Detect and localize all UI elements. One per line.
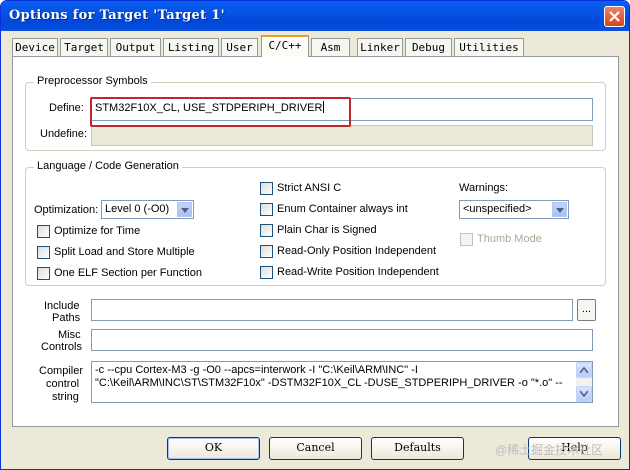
tab-target[interactable]: Target xyxy=(60,38,108,56)
browse-label: ... xyxy=(581,303,592,315)
tab-label: User xyxy=(226,41,253,54)
enum-container-label: Enum Container always int xyxy=(277,203,408,215)
tab-label: Output xyxy=(115,41,156,54)
warnings-value: <unspecified> xyxy=(463,203,532,215)
tab-linker[interactable]: Linker xyxy=(357,38,403,56)
defaults-button[interactable]: Defaults xyxy=(371,437,464,460)
group-label: Preprocessor Symbols xyxy=(34,75,151,87)
undefine-input[interactable] xyxy=(91,125,593,146)
window-title: Options for Target 'Target 1' xyxy=(9,8,225,23)
watermark: @稀土掘金技术社区 xyxy=(495,443,604,457)
scroll-up-button[interactable] xyxy=(576,362,592,378)
ro-position-independent-checkbox[interactable] xyxy=(260,245,273,258)
compiler-label-2: control xyxy=(46,378,80,390)
arrow-down-icon xyxy=(580,391,588,397)
close-icon xyxy=(609,11,620,22)
defaults-label: Defaults xyxy=(394,441,441,454)
tab-label: Linker xyxy=(360,41,400,54)
cancel-button[interactable]: Cancel xyxy=(269,437,362,460)
misc-controls-label-2: Controls xyxy=(41,341,82,353)
optimize-time-label: Optimize for Time xyxy=(54,225,141,237)
thumb-mode-checkbox[interactable] xyxy=(460,233,473,246)
tab-c-cpp[interactable]: C/C++ xyxy=(261,35,309,57)
compiler-label-3: string xyxy=(52,391,79,403)
tab-user[interactable]: User xyxy=(221,38,258,56)
split-load-store-checkbox[interactable] xyxy=(37,246,50,259)
optimize-time-checkbox[interactable] xyxy=(37,225,50,238)
tab-label: Listing xyxy=(167,41,215,54)
thumb-mode-label: Thumb Mode xyxy=(477,233,542,245)
tab-listing[interactable]: Listing xyxy=(163,38,219,56)
misc-controls-label-1: Misc xyxy=(58,329,81,341)
arrow-up-icon xyxy=(580,367,588,373)
ok-label: OK xyxy=(204,441,223,454)
tab-asm[interactable]: Asm xyxy=(311,38,350,56)
optimization-value: Level 0 (-O0) xyxy=(105,203,170,215)
compiler-line-1: -c --cpu Cortex-M3 -g -O0 --apcs=interwo… xyxy=(95,364,418,376)
title-bar[interactable]: Options for Target 'Target 1' xyxy=(1,1,629,31)
plain-char-signed-checkbox[interactable] xyxy=(260,224,273,237)
tab-utilities[interactable]: Utilities xyxy=(454,38,524,56)
optimization-select[interactable]: Level 0 (-O0) xyxy=(101,200,194,219)
options-dialog: Options for Target 'Target 1' Device Tar… xyxy=(0,0,630,470)
one-elf-section-label: One ELF Section per Function xyxy=(54,267,202,279)
rw-position-independent-checkbox[interactable] xyxy=(260,266,273,279)
tab-device[interactable]: Device xyxy=(12,38,58,56)
tab-label: Device xyxy=(15,41,55,54)
include-paths-label-2: Paths xyxy=(52,312,81,324)
group-label: Language / Code Generation xyxy=(34,160,182,172)
compiler-line-2: "C:\Keil\ARM\INC\ST\STM32F10x" -DSTM32F1… xyxy=(95,377,563,389)
compiler-label-1: Compiler xyxy=(39,365,84,377)
tab-label: Debug xyxy=(411,41,446,54)
enum-container-checkbox[interactable] xyxy=(260,203,273,216)
undefine-label: Undefine: xyxy=(40,128,88,140)
tab-output[interactable]: Output xyxy=(110,38,161,56)
strict-ansi-c-label: Strict ANSI C xyxy=(277,182,342,194)
tab-label: C/C++ xyxy=(268,39,302,52)
compiler-control-string[interactable]: -c --cpu Cortex-M3 -g -O0 --apcs=interwo… xyxy=(91,361,593,403)
define-input[interactable]: STM32F10X_CL, USE_STDPERIPH_DRIVER xyxy=(91,98,593,121)
optimization-label: Optimization: xyxy=(34,204,99,216)
ok-button[interactable]: OK xyxy=(167,437,260,460)
rw-position-independent-label: Read-Write Position Independent xyxy=(277,266,439,278)
tab-label: Target xyxy=(64,41,104,54)
chevron-down-icon xyxy=(181,208,189,213)
one-elf-section-checkbox[interactable] xyxy=(37,267,50,280)
browse-include-paths-button[interactable]: ... xyxy=(577,299,596,321)
ro-position-independent-label: Read-Only Position Independent xyxy=(277,245,436,257)
warnings-select[interactable]: <unspecified> xyxy=(459,200,569,219)
define-value: STM32F10X_CL, USE_STDPERIPH_DRIVER xyxy=(95,102,323,114)
tab-debug[interactable]: Debug xyxy=(405,38,452,56)
define-label: Define: xyxy=(49,102,84,114)
include-paths-input[interactable] xyxy=(91,299,573,321)
plain-char-signed-label: Plain Char is Signed xyxy=(277,224,377,236)
strict-ansi-c-checkbox[interactable] xyxy=(260,182,273,195)
warnings-label: Warnings: xyxy=(459,182,509,194)
misc-controls-input[interactable] xyxy=(91,329,593,351)
tab-label: Utilities xyxy=(459,41,519,54)
text-caret xyxy=(323,101,325,113)
tab-label: Asm xyxy=(320,41,341,54)
dropdown-button[interactable] xyxy=(552,202,567,217)
close-button[interactable] xyxy=(604,6,625,27)
split-load-store-label: Split Load and Store Multiple xyxy=(54,246,195,258)
chevron-down-icon xyxy=(556,208,564,213)
compiler-scrollbar[interactable] xyxy=(576,362,592,402)
scroll-down-button[interactable] xyxy=(576,386,592,402)
include-paths-label-1: Include xyxy=(44,300,80,312)
dropdown-button[interactable] xyxy=(177,202,192,217)
cancel-label: Cancel xyxy=(296,441,335,454)
